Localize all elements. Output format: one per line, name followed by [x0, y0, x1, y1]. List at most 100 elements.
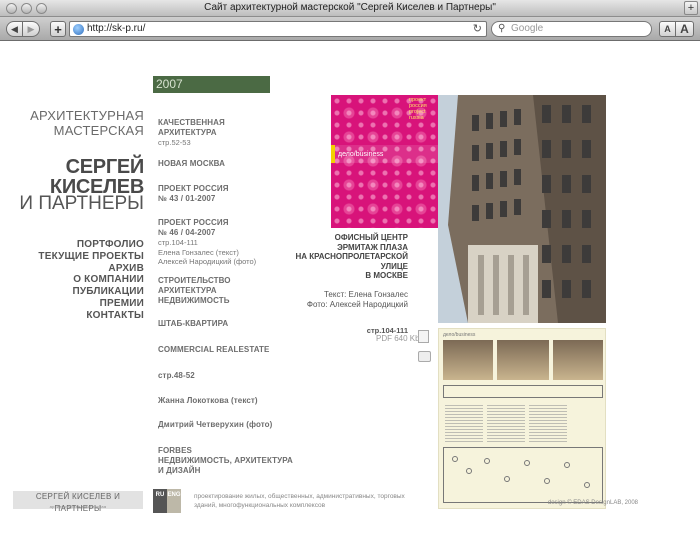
plan-table — [584, 482, 590, 488]
issue-title: АРХИТЕКТУРА — [158, 286, 217, 295]
scan-floor-plan — [443, 447, 603, 503]
issue-title: ПРОЕКТ РОССИЯ — [158, 218, 229, 227]
pdf-icon[interactable] — [418, 330, 429, 343]
scan-photo — [553, 340, 603, 380]
nav-publications[interactable]: ПУБЛИКАЦИИ — [38, 286, 144, 298]
nav-portfolio[interactable]: ПОРТФОЛИО — [38, 239, 144, 251]
issue-title: НЕДВИЖИМОСТЬ — [158, 296, 230, 305]
text-smaller-button[interactable]: A — [659, 21, 676, 37]
add-bookmark-button[interactable]: + — [50, 21, 66, 37]
scan-text-column — [487, 403, 525, 443]
scan-photo — [497, 340, 549, 380]
plus-icon: + — [54, 21, 62, 37]
plan-table — [564, 462, 570, 468]
issue-title: ПРОЕКТ РОССИЯ — [158, 184, 229, 193]
plan-table — [504, 476, 510, 482]
footer-description: проектирование жилых, общественных, адми… — [194, 493, 405, 509]
forward-button[interactable]: ▶ — [23, 21, 40, 37]
address-bar[interactable]: http://sk-p.ru/ ↻ — [69, 21, 487, 37]
article-title-line: НА КРАСНОПРОЛЕТАРСКОЙ — [295, 252, 408, 262]
issue-item[interactable]: COMMERCIAL REALESTATE — [158, 345, 269, 355]
toolbar-toggle-button[interactable]: + — [684, 1, 698, 15]
globe-icon — [73, 24, 84, 35]
plan-table — [524, 460, 530, 466]
brand-line-5[interactable]: И ПАРТНЕРЫ — [19, 193, 144, 215]
issue-title: стр.48-52 — [158, 371, 195, 380]
issue-item[interactable]: ШТАБ-КВАРТИРА — [158, 319, 228, 329]
nav-awards[interactable]: ПРЕМИИ — [38, 298, 144, 310]
issue-author: Елена Гонзалес (текст) — [158, 247, 239, 257]
issue-number: № 43 / 01-2007 — [158, 194, 216, 203]
building-photo[interactable] — [438, 95, 606, 323]
reload-icon[interactable]: ↻ — [473, 22, 482, 35]
issue-title: FORBES — [158, 446, 192, 455]
footer-logo[interactable]: СЕРГЕЙ КИСЕЛЕВ И ПАРТНЕРЫ архитектурная … — [13, 491, 143, 513]
issue-title: И ДИЗАЙН — [158, 466, 201, 475]
article-text-credit: Текст: Елена Гонзалес — [323, 289, 408, 299]
search-placeholder[interactable]: Google — [511, 23, 543, 34]
lang-eng-button[interactable]: ENG — [167, 489, 181, 513]
scan-photo — [443, 340, 493, 380]
issue-item[interactable]: ПРОЕКТ РОССИЯ № 46 / 04-2007 стр.104-111… — [158, 218, 256, 267]
pdf-download-link[interactable]: PDF 640 Kb — [376, 334, 420, 343]
browser-toolbar: ◀ ▶ + http://sk-p.ru/ ↻ ⚲ Google A A — [0, 17, 700, 41]
magazine-logo: дело/business — [338, 151, 384, 158]
cover-accent — [331, 145, 335, 163]
issue-title: ШТАБ-КВАРТИРА — [158, 319, 229, 328]
design-credit[interactable]: design © EDAS DesignLAB, 2008 — [548, 500, 638, 506]
issue-item[interactable]: КАЧЕСТВЕННАЯ АРХИТЕКТУРА стр.52-53 — [158, 118, 225, 148]
issue-title: Дмитрий Четверухин (фото) — [158, 420, 273, 429]
print-icon[interactable] — [418, 351, 431, 362]
issue-title: НОВАЯ МОСКВА — [158, 159, 226, 168]
issue-photographer: Алексей Народицкий (фото) — [158, 257, 257, 266]
window-title: Сайт архитектурной мастерской "Сергей Ки… — [204, 2, 496, 13]
magazine-cover[interactable]: дело/business проект россия project russ… — [331, 95, 438, 228]
plan-table — [544, 478, 550, 484]
footer-logo-text: СЕРГЕЙ КИСЕЛЕВ И ПАРТНЕРЫ — [35, 492, 121, 513]
search-field[interactable]: ⚲ Google — [491, 21, 652, 37]
article-title-line: ОФИСНЫЙ ЦЕНТР — [334, 233, 408, 242]
magnifier-icon: ⚲ — [498, 23, 506, 34]
issue-title: КАЧЕСТВЕННАЯ — [158, 118, 225, 127]
brand-line-2: МАСТЕРСКАЯ — [53, 123, 144, 138]
issue-title: СТРОИТЕЛЬСТВО — [158, 276, 231, 285]
text-bigger-button[interactable]: A — [676, 21, 694, 37]
year-heading: 2007 — [153, 76, 270, 93]
article-title-line: УЛИЦЕ — [380, 261, 408, 271]
nav-current-projects[interactable]: ТЕКУЩИЕ ПРОЕКТЫ — [38, 251, 144, 263]
lang-ru-button[interactable]: RU — [153, 489, 167, 513]
plan-table — [466, 468, 472, 474]
building-illustration — [438, 95, 606, 323]
footer-logo-subtext: архитектурная мастерская — [49, 504, 107, 509]
address-text[interactable]: http://sk-p.ru/ — [87, 23, 145, 34]
masthead-word: russia — [409, 115, 424, 121]
article-title-line: ЭРМИТАЖ ПЛАЗА — [337, 242, 408, 252]
issue-item[interactable]: Жанна Локоткова (текст) — [158, 396, 258, 406]
nav-contacts[interactable]: КОНТАКТЫ — [38, 310, 144, 322]
forward-arrow-icon: ▶ — [27, 23, 35, 34]
scan-floor-plan — [443, 385, 603, 398]
issue-title: COMMERCIAL REALESTATE — [158, 345, 270, 354]
issue-item[interactable]: FORBES НЕДВИЖИМОСТЬ, АРХИТЕКТУРА И ДИЗАЙ… — [158, 446, 293, 476]
issue-item[interactable]: СТРОИТЕЛЬСТВО АРХИТЕКТУРА НЕДВИЖИМОСТЬ — [158, 276, 231, 306]
issue-item[interactable]: стр.48-52 — [158, 371, 195, 381]
issue-pages: стр.104-111 — [158, 238, 198, 247]
issue-item[interactable]: НОВАЯ МОСКВА — [158, 159, 225, 169]
plan-table — [484, 458, 490, 464]
issue-item[interactable]: Дмитрий Четверухин (фото) — [158, 420, 272, 430]
back-button[interactable]: ◀ — [6, 21, 23, 37]
issue-title: НЕДВИЖИМОСТЬ, АРХИТЕКТУРА — [158, 456, 293, 465]
issue-item[interactable]: ПРОЕКТ РОССИЯ № 43 / 01-2007 — [158, 184, 229, 204]
issue-title: АРХИТЕКТУРА — [158, 128, 217, 137]
article-photo-credit: Фото: Алексей Народицкий — [306, 299, 408, 309]
nav-about[interactable]: О КОМПАНИИ — [38, 274, 144, 286]
scan-text-column — [529, 403, 567, 443]
nav-archive[interactable]: АРХИВ — [38, 263, 144, 275]
main-navigation: ПОРТФОЛИО ТЕКУЩИЕ ПРОЕКТЫ АРХИВ О КОМПАН… — [38, 239, 144, 322]
plan-table — [452, 456, 458, 462]
article-title-line: В МОСКВЕ — [365, 271, 408, 281]
magazine-page-scan[interactable]: дело/business — [438, 328, 606, 509]
issue-pages: стр.52-53 — [158, 138, 191, 147]
issue-number: № 46 / 04-2007 — [158, 228, 216, 237]
issue-title: Жанна Локоткова (текст) — [158, 396, 258, 405]
